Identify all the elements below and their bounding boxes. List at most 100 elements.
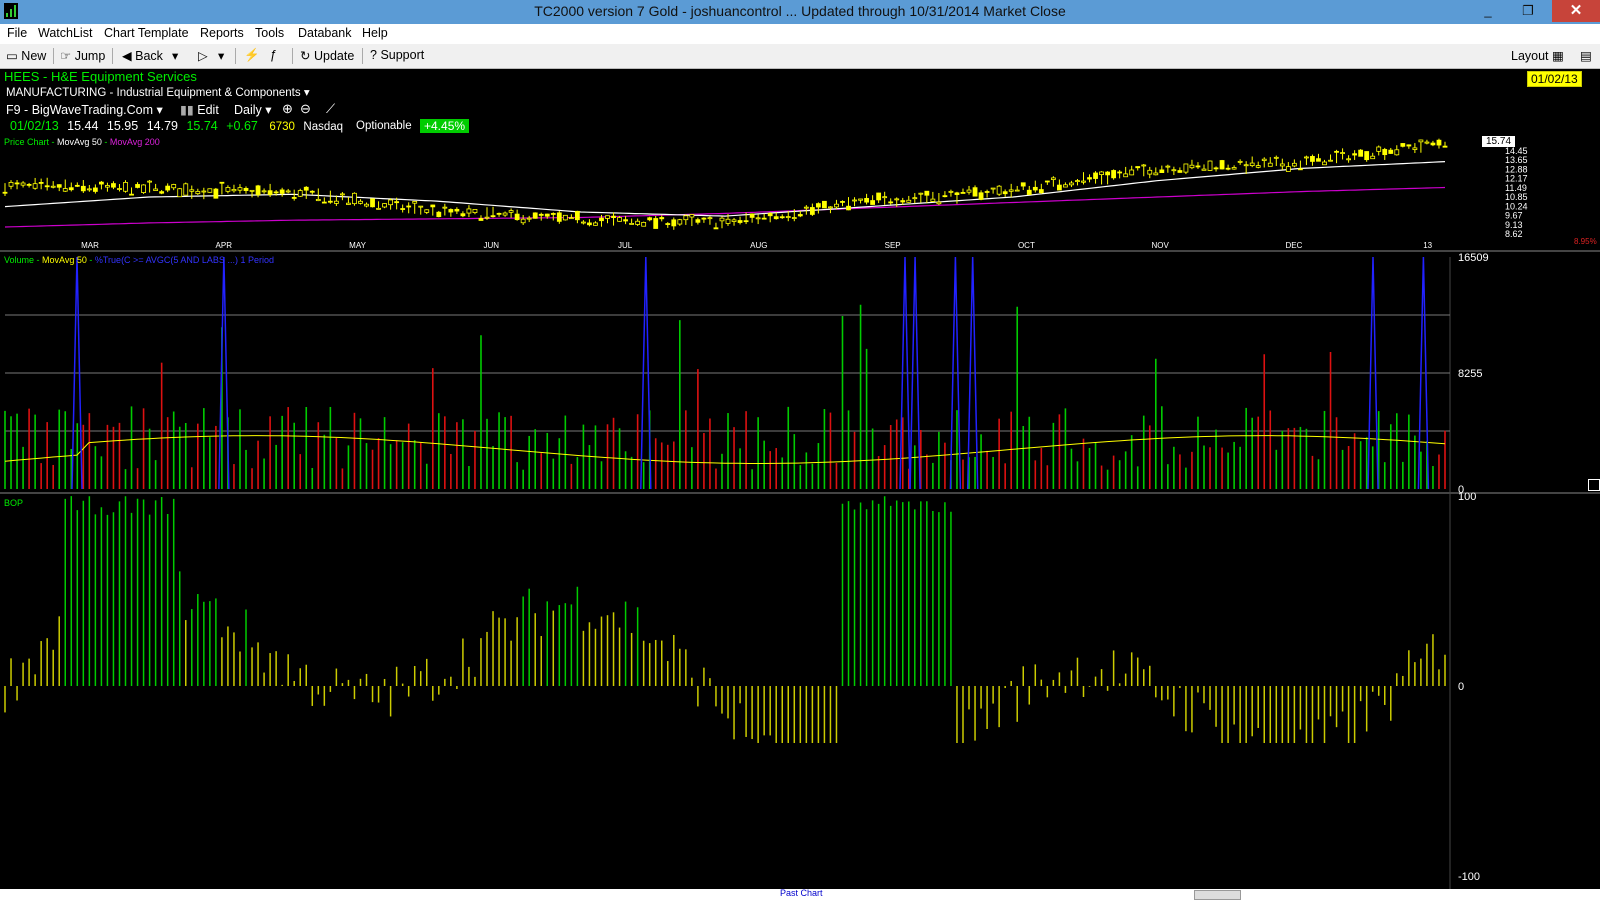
past-chart-link[interactable]: Past Chart — [780, 888, 823, 898]
price-candle — [538, 213, 544, 216]
forward-dropdown-icon[interactable]: ▾ — [218, 48, 224, 63]
period-selector[interactable]: Daily ▾ — [234, 102, 272, 117]
watchlist-selector[interactable]: F9 - BigWaveTrading.Com ▾ — [6, 102, 163, 117]
quote-exchange: Nasdaq — [303, 121, 344, 133]
price-month-label: AUG — [750, 241, 767, 250]
forward-arrow-icon[interactable]: ▷ — [198, 48, 208, 63]
price-candle — [972, 187, 978, 197]
bop-legend[interactable]: BOP — [4, 498, 23, 508]
price-candle — [948, 190, 954, 193]
price-candle — [1183, 163, 1189, 173]
price-candle — [309, 190, 315, 193]
price-candle — [231, 189, 237, 192]
formula-icon[interactable]: ƒ — [270, 48, 277, 62]
price-candle — [1189, 164, 1195, 169]
zoom-in-icon[interactable]: ⊕ — [282, 101, 293, 117]
new-icon: ▭ — [6, 49, 18, 63]
price-candle — [484, 216, 490, 219]
price-candle — [1436, 139, 1442, 146]
price-candle — [1099, 171, 1104, 175]
close-button[interactable]: ✕ — [1552, 0, 1600, 22]
price-candle — [1159, 169, 1165, 173]
price-candle — [1063, 184, 1068, 188]
price-candle — [2, 191, 8, 194]
industry-label[interactable]: MANUFACTURING - Industrial Equipment & C… — [6, 85, 310, 99]
price-candle — [1406, 144, 1412, 147]
price-candle — [358, 200, 363, 204]
menu-reports[interactable]: Reports — [200, 26, 244, 40]
price-candle — [581, 221, 586, 224]
price-candle — [1334, 150, 1339, 153]
price-candle — [876, 192, 882, 201]
price-candle — [1014, 189, 1020, 192]
price-candle — [785, 216, 791, 218]
price-candle — [713, 227, 719, 230]
drawing-tool-icon[interactable]: ⚡ — [244, 48, 260, 63]
price-candle — [80, 185, 86, 192]
menu-watchlist[interactable]: WatchList — [38, 26, 92, 40]
price-candle — [936, 201, 942, 205]
price-candle — [14, 182, 20, 185]
price-candle — [840, 201, 845, 203]
volume-legend[interactable]: Volume - MovAvg 50 - %True(C >= AVGC(5 A… — [4, 255, 274, 265]
layout-panel-icon[interactable]: ▤ — [1580, 48, 1592, 63]
symbol-title[interactable]: HEES - H&E Equipment Services — [4, 69, 197, 84]
price-candle — [1285, 166, 1291, 172]
watchlist-dropdown-icon: ▾ — [156, 103, 163, 117]
menu-databank[interactable]: Databank — [298, 26, 352, 40]
jump-label: Jump — [74, 49, 106, 63]
price-candle — [32, 183, 38, 189]
price-candle — [1195, 165, 1201, 168]
price-candle — [502, 212, 508, 216]
volume-legend-label: Volume — [4, 255, 35, 265]
price-candle — [773, 216, 779, 220]
edit-button[interactable]: ▮▮ Edit — [180, 102, 219, 117]
price-candle — [297, 190, 303, 197]
chart-area[interactable]: MAR APR MAY JUN JUL AUG SEP OCT NOV DEC 13 14.45 13.… — [0, 69, 1600, 900]
price-candle — [1002, 191, 1008, 195]
jump-button[interactable]: ☞ Jump — [60, 48, 105, 63]
price-candle — [86, 188, 92, 191]
price-candle — [1358, 149, 1364, 157]
back-button[interactable]: ◀ Back — [122, 48, 163, 63]
back-label: Back — [135, 49, 163, 63]
support-label: Support — [380, 48, 425, 62]
price-candle — [1044, 180, 1050, 183]
price-candle — [123, 182, 128, 192]
price-candle — [671, 219, 677, 227]
draw-line-icon[interactable]: ⟋ — [326, 101, 335, 117]
price-candle — [725, 218, 731, 224]
back-dropdown-icon[interactable]: ▾ — [172, 48, 178, 63]
price-candle — [1346, 158, 1351, 161]
price-candle — [1213, 167, 1219, 170]
menu-file[interactable]: File — [7, 26, 27, 40]
zoom-out-icon[interactable]: ⊖ — [300, 101, 311, 117]
restore-button[interactable]: ❐ — [1512, 0, 1544, 22]
price-candle — [141, 184, 146, 193]
price-candle — [321, 201, 327, 204]
price-legend[interactable]: Price Chart - MovAvg 50 - MovAvg 200 — [4, 137, 160, 147]
price-candle — [1171, 169, 1177, 172]
minimize-button[interactable]: _ — [1472, 0, 1504, 22]
price-candle — [544, 213, 550, 217]
menu-tools[interactable]: Tools — [255, 26, 284, 40]
price-candle — [1243, 164, 1249, 167]
menu-help[interactable]: Help — [362, 26, 388, 40]
price-candle — [1352, 153, 1358, 156]
price-candle — [1135, 166, 1141, 169]
price-candle — [1418, 139, 1424, 143]
price-candle — [454, 208, 460, 212]
update-button[interactable]: ↻ Update — [300, 48, 354, 63]
panel-maximize-icon[interactable] — [1588, 479, 1600, 491]
layout-button[interactable]: Layout ▦ — [1511, 48, 1564, 63]
horizontal-scrollbar[interactable] — [1194, 890, 1241, 900]
support-button[interactable]: ? Support — [370, 48, 424, 62]
price-candle — [701, 217, 707, 220]
price-candle — [1310, 156, 1315, 162]
price-legend-label: Price Chart — [4, 137, 50, 147]
price-candle — [400, 208, 406, 210]
menu-chart-template[interactable]: Chart Template — [104, 26, 189, 40]
price-candle — [1123, 173, 1129, 178]
price-candle — [1056, 184, 1062, 191]
new-button[interactable]: ▭ New — [6, 48, 46, 63]
